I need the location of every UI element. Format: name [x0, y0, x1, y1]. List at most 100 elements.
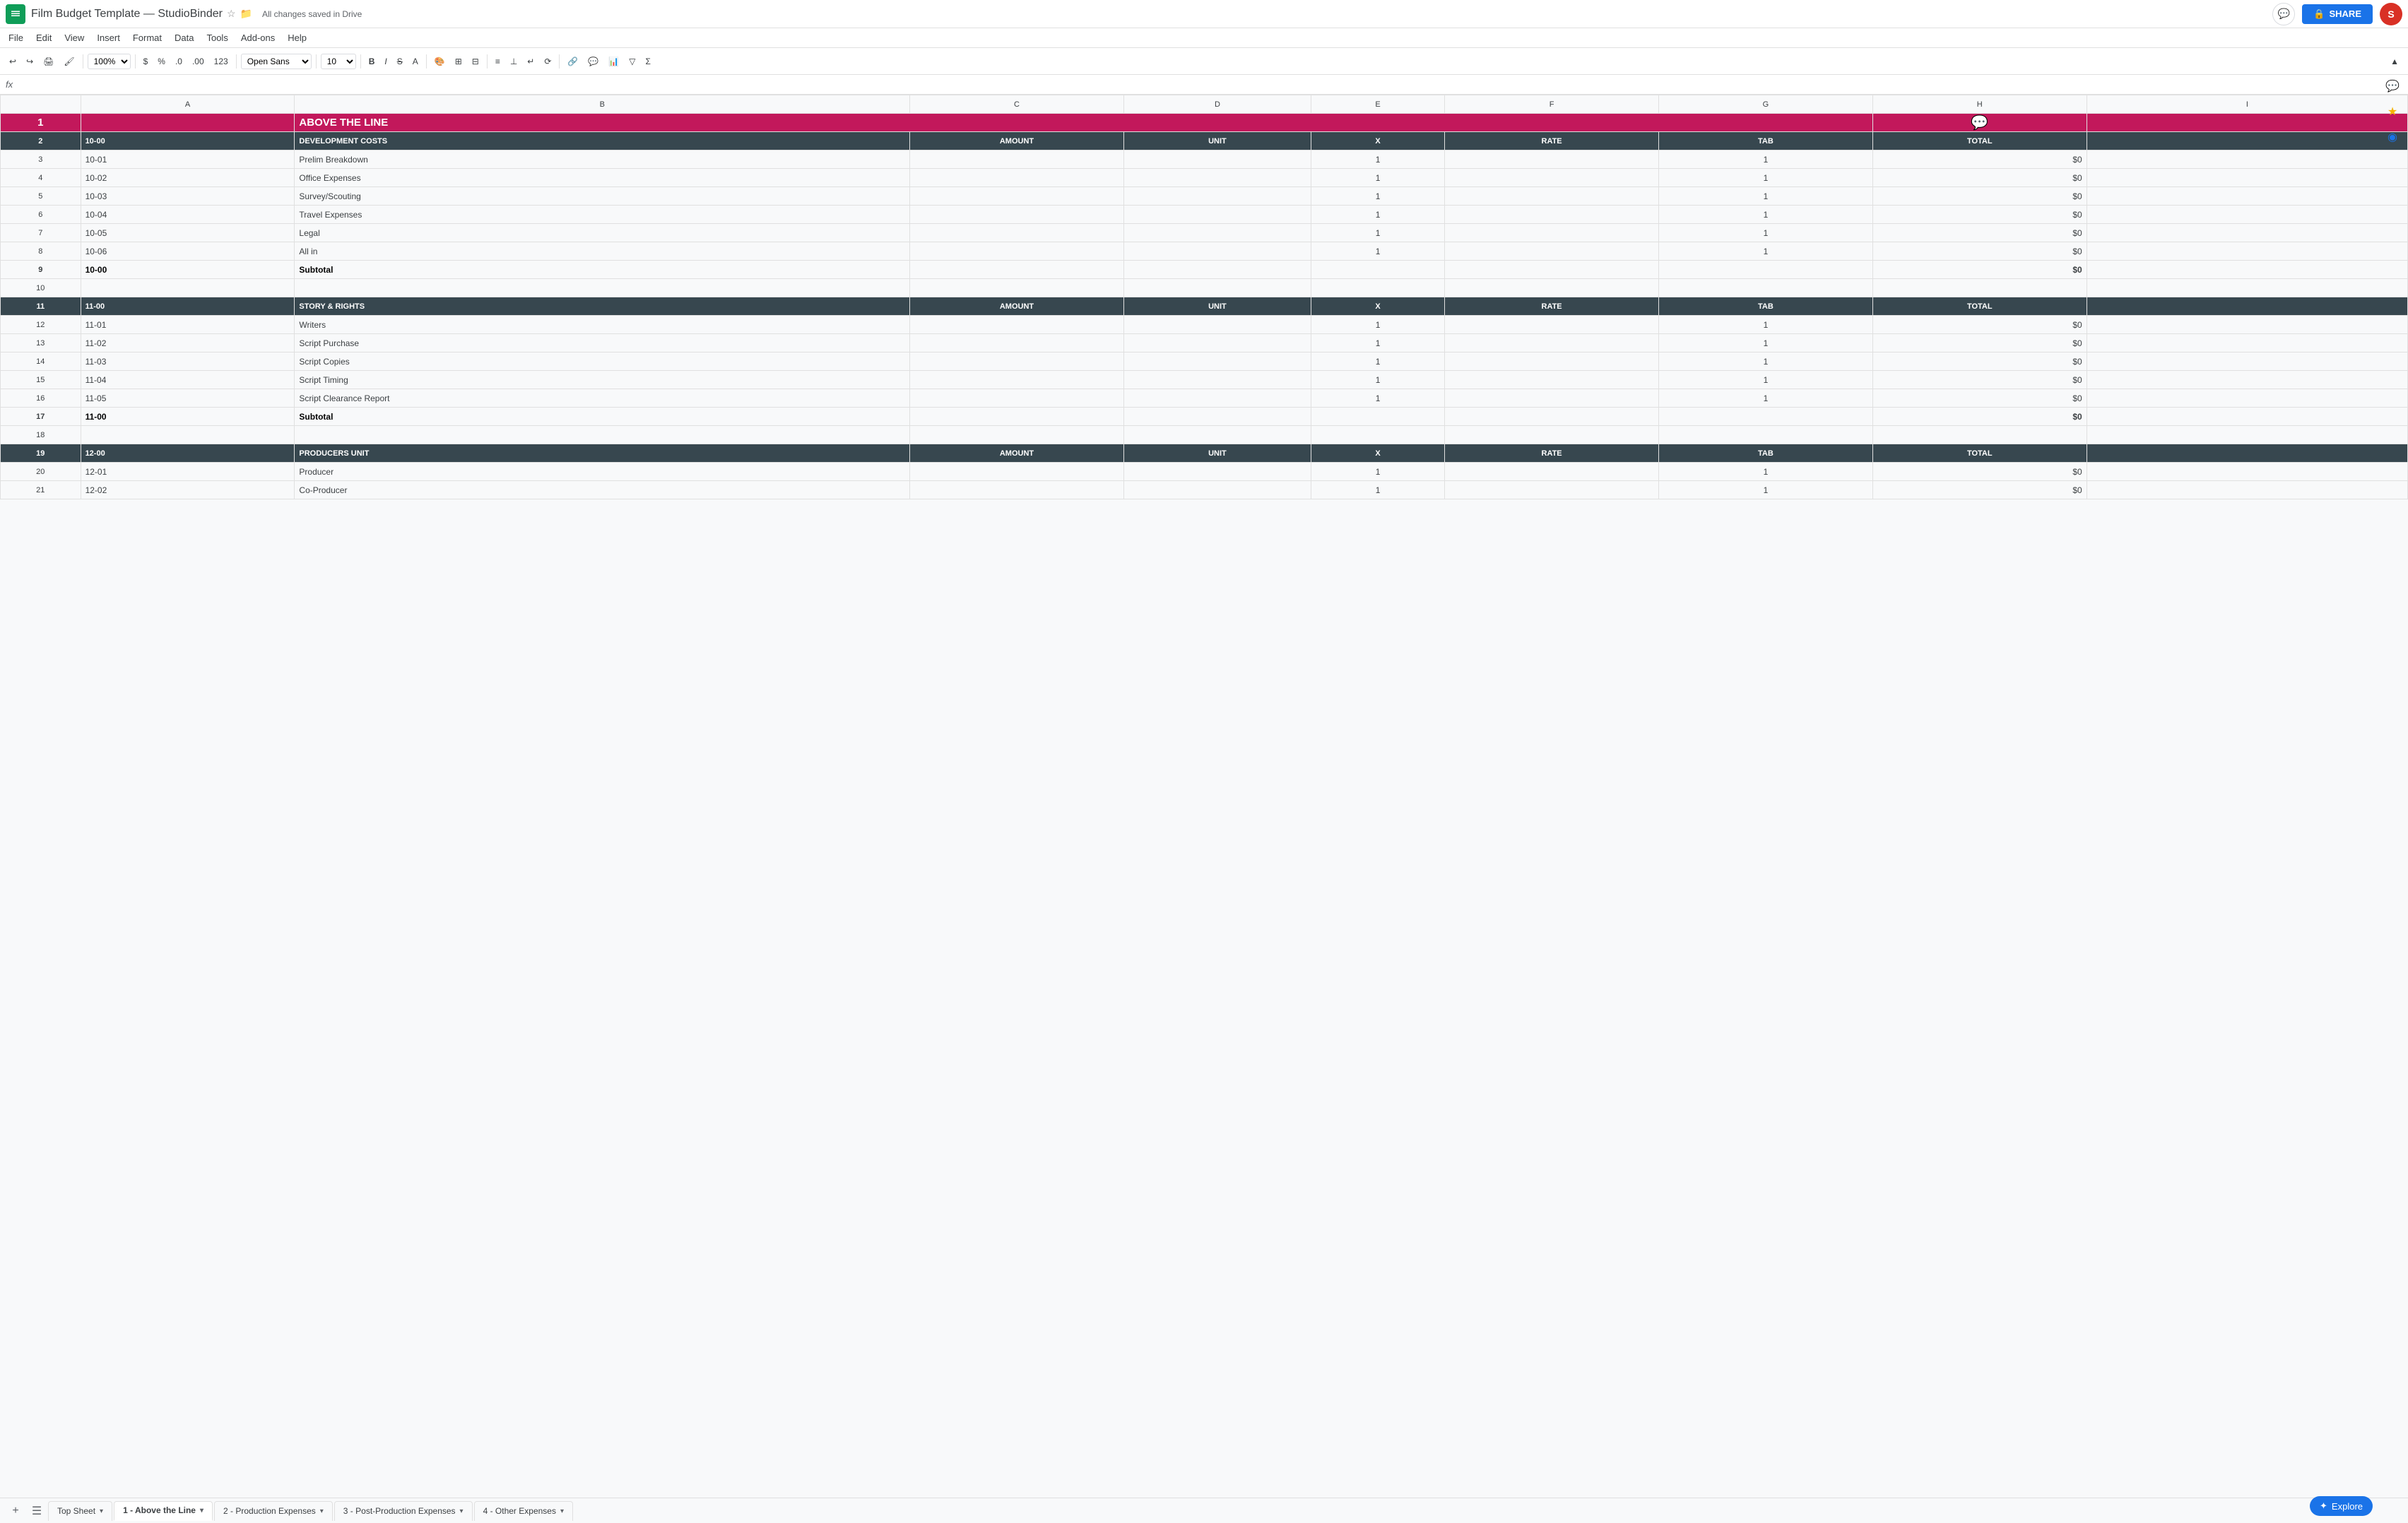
cell-i7[interactable] [2087, 224, 2407, 242]
cell-h1[interactable]: 💬 [1872, 114, 2087, 132]
cell-a12[interactable]: 11-01 [81, 316, 295, 334]
cell-c17[interactable] [910, 408, 1124, 426]
text-wrap-button[interactable]: ↵ [524, 54, 538, 69]
cell-f9[interactable] [1445, 261, 1659, 279]
cell-f6[interactable] [1445, 206, 1659, 224]
cell-e13[interactable]: 1 [1311, 334, 1444, 352]
cell-b11[interactable]: STORY & RIGHTS [295, 297, 910, 316]
cell-i18[interactable] [2087, 426, 2407, 444]
menu-tools[interactable]: Tools [201, 31, 233, 45]
cell-c2[interactable]: AMOUNT [910, 132, 1124, 150]
cell-c18[interactable] [910, 426, 1124, 444]
cell-c19[interactable]: AMOUNT [910, 444, 1124, 463]
cell-i2[interactable] [2087, 132, 2407, 150]
cell-h2[interactable]: TOTAL [1872, 132, 2087, 150]
cell-i15[interactable] [2087, 371, 2407, 389]
cell-a13[interactable]: 11-02 [81, 334, 295, 352]
cell-g17[interactable] [1659, 408, 1873, 426]
print-button[interactable]: 🖨 [40, 54, 57, 69]
cell-c3[interactable] [910, 150, 1124, 169]
cell-c14[interactable] [910, 352, 1124, 371]
cell-d18[interactable] [1123, 426, 1311, 444]
zoom-select[interactable]: 100% [88, 54, 131, 69]
cell-g18[interactable] [1659, 426, 1873, 444]
cell-g2[interactable]: TAB [1659, 132, 1873, 150]
cell-h16[interactable]: $0 [1872, 389, 2087, 408]
cell-b2[interactable]: DEVELOPMENT COSTS [295, 132, 910, 150]
cell-h13[interactable]: $0 [1872, 334, 2087, 352]
cell-h15[interactable]: $0 [1872, 371, 2087, 389]
font-select[interactable]: Open Sans [241, 54, 312, 69]
currency-button[interactable]: $ [140, 54, 152, 69]
cell-b8[interactable]: All in [295, 242, 910, 261]
cell-e2[interactable]: X [1311, 132, 1444, 150]
strikethrough-button[interactable]: S [394, 54, 406, 69]
cell-b3[interactable]: Prelim Breakdown [295, 150, 910, 169]
cell-c5[interactable] [910, 187, 1124, 206]
decimal-inc-button[interactable]: .00 [189, 54, 208, 69]
font-color-button[interactable]: A [409, 54, 422, 69]
cell-c6[interactable] [910, 206, 1124, 224]
cell-g7[interactable]: 1 [1659, 224, 1873, 242]
cell-i5[interactable] [2087, 187, 2407, 206]
cell-f10[interactable] [1445, 279, 1659, 297]
formula-input[interactable] [17, 79, 2402, 90]
cell-e15[interactable]: 1 [1311, 371, 1444, 389]
cell-a15[interactable]: 11-04 [81, 371, 295, 389]
cell-i6[interactable] [2087, 206, 2407, 224]
cell-d9[interactable] [1123, 261, 1311, 279]
cell-h10[interactable] [1872, 279, 2087, 297]
cell-i4[interactable] [2087, 169, 2407, 187]
cell-d7[interactable] [1123, 224, 1311, 242]
menu-insert[interactable]: Insert [91, 31, 126, 45]
cell-h8[interactable]: $0 [1872, 242, 2087, 261]
cell-b21[interactable]: Co-Producer [295, 481, 910, 499]
cell-i13[interactable] [2087, 334, 2407, 352]
cell-h19[interactable]: TOTAL [1872, 444, 2087, 463]
cell-f18[interactable] [1445, 426, 1659, 444]
comment-button[interactable]: 💬 [584, 54, 602, 69]
cell-g12[interactable]: 1 [1659, 316, 1873, 334]
cell-e16[interactable]: 1 [1311, 389, 1444, 408]
cell-f5[interactable] [1445, 187, 1659, 206]
cell-f3[interactable] [1445, 150, 1659, 169]
tab-other-expenses[interactable]: 4 - Other Expenses ▾ [474, 1501, 573, 1521]
align-horiz-button[interactable]: ≡ [492, 54, 504, 69]
cell-b1[interactable]: ABOVE THE LINE [295, 114, 1872, 132]
cell-b16[interactable]: Script Clearance Report [295, 389, 910, 408]
paint-format-button[interactable]: 🖌 [60, 54, 78, 69]
cell-h6[interactable]: $0 [1872, 206, 2087, 224]
menu-addons[interactable]: Add-ons [235, 31, 281, 45]
cell-i19[interactable] [2087, 444, 2407, 463]
cell-i10[interactable] [2087, 279, 2407, 297]
cell-h3[interactable]: $0 [1872, 150, 2087, 169]
cell-g10[interactable] [1659, 279, 1873, 297]
text-rotate-button[interactable]: ⟳ [541, 54, 555, 69]
cell-f19[interactable]: RATE [1445, 444, 1659, 463]
cell-a14[interactable]: 11-03 [81, 352, 295, 371]
cell-c20[interactable] [910, 463, 1124, 481]
cell-g3[interactable]: 1 [1659, 150, 1873, 169]
cell-g9[interactable] [1659, 261, 1873, 279]
menu-help[interactable]: Help [282, 31, 312, 45]
cell-e17[interactable] [1311, 408, 1444, 426]
italic-button[interactable]: I [381, 54, 390, 69]
cell-e3[interactable]: 1 [1311, 150, 1444, 169]
cell-i12[interactable] [2087, 316, 2407, 334]
cell-d16[interactable] [1123, 389, 1311, 408]
cell-h17[interactable]: $0 [1872, 408, 2087, 426]
cell-f4[interactable] [1445, 169, 1659, 187]
cell-e6[interactable]: 1 [1311, 206, 1444, 224]
cell-c12[interactable] [910, 316, 1124, 334]
cell-e9[interactable] [1311, 261, 1444, 279]
cell-b12[interactable]: Writers [295, 316, 910, 334]
grid-wrapper[interactable]: A B C D E F G H I 1 ABOVE THE LINE 💬 [0, 95, 2408, 1498]
cell-i17[interactable] [2087, 408, 2407, 426]
cell-d15[interactable] [1123, 371, 1311, 389]
cell-d3[interactable] [1123, 150, 1311, 169]
cell-a8[interactable]: 10-06 [81, 242, 295, 261]
cell-g8[interactable]: 1 [1659, 242, 1873, 261]
cell-c10[interactable] [910, 279, 1124, 297]
cell-d21[interactable] [1123, 481, 1311, 499]
cell-a4[interactable]: 10-02 [81, 169, 295, 187]
